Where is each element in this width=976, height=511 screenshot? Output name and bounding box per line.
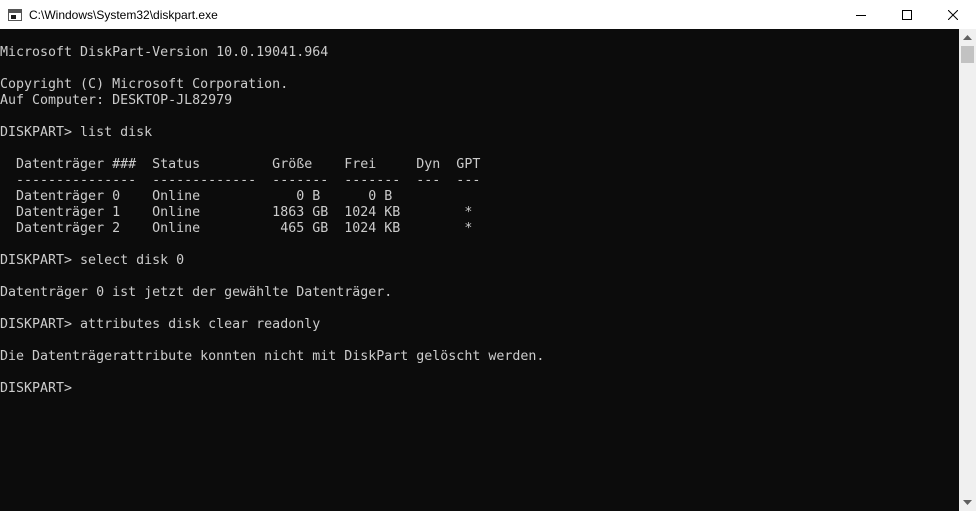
console-line: Datenträger ### Status Größe Frei Dyn GP… <box>0 157 481 172</box>
window-controls <box>838 0 976 29</box>
console-line: Datenträger 1 Online 1863 GB 1024 KB * <box>0 205 473 220</box>
scroll-up-button[interactable] <box>959 29 976 46</box>
window-title: C:\Windows\System32\diskpart.exe <box>29 7 218 22</box>
scroll-up-arrow-icon <box>963 35 972 40</box>
scroll-down-arrow-icon <box>963 500 972 505</box>
console-output[interactable]: Microsoft DiskPart-Version 10.0.19041.96… <box>0 29 959 511</box>
console-line: --------------- ------------- ------- --… <box>0 173 481 188</box>
console-app-icon[interactable] <box>8 8 22 21</box>
maximize-icon <box>902 9 912 20</box>
vertical-scrollbar[interactable] <box>959 29 976 511</box>
console-line: DISKPART> select disk 0 <box>0 253 185 268</box>
maximize-button[interactable] <box>884 0 930 29</box>
minimize-button[interactable] <box>838 0 884 29</box>
console-line: Datenträger 0 ist jetzt der gewählte Dat… <box>0 285 393 300</box>
title-bar[interactable]: C:\Windows\System32\diskpart.exe <box>0 0 976 29</box>
console-line: Copyright (C) Microsoft Corporation. <box>0 77 289 92</box>
console-line: Microsoft DiskPart-Version 10.0.19041.96… <box>0 45 329 60</box>
console-prompt: DISKPART> <box>0 381 81 396</box>
minimize-icon <box>856 14 866 16</box>
console-window: C:\Windows\System32\diskpart.exe Microso… <box>0 0 976 511</box>
close-icon <box>948 9 958 20</box>
console-line: Datenträger 2 Online 465 GB 1024 KB * <box>0 221 473 236</box>
scroll-thumb[interactable] <box>961 46 974 63</box>
console-line: Die Datenträgerattribute konnten nicht m… <box>0 349 545 364</box>
scroll-down-button[interactable] <box>959 494 976 511</box>
console-line: Auf Computer: DESKTOP-JL82979 <box>0 93 233 108</box>
console-line: DISKPART> attributes disk clear readonly <box>0 317 321 332</box>
console-line: DISKPART> list disk <box>0 125 153 140</box>
close-button[interactable] <box>930 0 976 29</box>
console-line: Datenträger 0 Online 0 B 0 B <box>0 189 393 204</box>
